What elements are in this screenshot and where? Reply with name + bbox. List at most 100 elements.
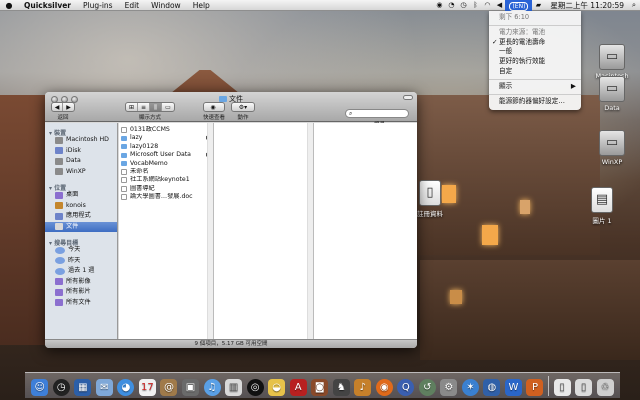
battery-menu-extra[interactable]: (EN) (505, 0, 533, 11)
documents-stack-icon[interactable]: ▯ (553, 379, 571, 396)
sidebar-item-applications[interactable]: 應用程式 (45, 211, 117, 222)
column-scrollbar[interactable] (207, 123, 213, 339)
powerpoint-icon[interactable]: P (526, 379, 544, 396)
sidebar-item-data[interactable]: Data (45, 156, 117, 167)
quicksilver-status-icon[interactable]: ◉ (433, 1, 445, 9)
desktop-icon-picture[interactable]: ▤ 圖片 1 (580, 187, 624, 225)
downloads-stack-icon[interactable]: ▯ (575, 379, 593, 396)
ichat-icon[interactable]: ◕ (117, 379, 135, 396)
menu-app-name[interactable]: Quicksilver (18, 0, 77, 11)
apple-menu-icon[interactable]: ● (0, 1, 18, 10)
itunes-icon[interactable]: ♫ (203, 379, 221, 396)
forward-button[interactable]: ▶ (63, 103, 74, 111)
preview-icon[interactable]: ▥ (225, 379, 243, 396)
photos-icon[interactable]: ▣ (181, 379, 199, 396)
sidebar-item-desktop[interactable]: 桌面 (45, 190, 117, 201)
trash-icon[interactable]: ♲ (596, 379, 614, 396)
file-item[interactable]: 圖書導紀 (119, 185, 213, 193)
sidebar-item-home[interactable]: konois (45, 201, 117, 212)
coverflow-view-button[interactable]: ▭ (162, 103, 174, 111)
sidebar-item-all-images[interactable]: 所有影像 (45, 277, 117, 288)
column-scrollbar[interactable] (307, 123, 313, 339)
file-item[interactable]: 論大學圖書…發展.doc (119, 193, 213, 201)
photo-booth-icon[interactable]: ◙ (311, 379, 329, 396)
file-item[interactable]: 未命名 (119, 168, 213, 176)
firefox-icon[interactable]: ◉ (375, 379, 393, 396)
finder-icon[interactable]: ☺ (31, 379, 49, 396)
menu-item-custom[interactable]: 自定 (489, 67, 581, 77)
action-gear-button[interactable]: ⚙▾ (232, 103, 254, 111)
menu-item-normal[interactable]: 一般 (489, 47, 581, 57)
sidebar-item-idisk[interactable]: iDisk (45, 146, 117, 157)
quicklook-button[interactable]: ◉ (204, 103, 222, 111)
sidebar-item-macintosh-hd[interactable]: Macintosh HD (45, 135, 117, 146)
smart-folder-icon (55, 299, 63, 307)
spaces-icon[interactable]: ▦ (74, 379, 92, 396)
pdf-icon[interactable]: A (289, 379, 307, 396)
guitar-icon[interactable]: ♪ (354, 379, 372, 396)
file-item[interactable]: 社工系網站keynote1 (119, 176, 213, 184)
hard-drive-icon: ▭ (599, 130, 625, 156)
time-machine-icon[interactable]: ↺ (418, 379, 436, 396)
ical-icon[interactable]: 17 (138, 379, 156, 396)
chess-icon[interactable]: ♞ (332, 379, 350, 396)
sidebar-item-all-documents[interactable]: 所有文件 (45, 298, 117, 309)
network-icon[interactable]: ◍ (483, 379, 501, 396)
menu-item-energy-saver-prefs[interactable]: 能源節約器偏好設定… (489, 97, 581, 107)
sidebar-item-all-movies[interactable]: 所有影片 (45, 287, 117, 298)
sidebar-item-past-week[interactable]: 過去 1 週 (45, 266, 117, 277)
list-view-button[interactable]: ≡ (138, 103, 150, 111)
sidebar-item-winxp[interactable]: WinXP (45, 167, 117, 178)
menubar-clock[interactable]: 星期二上午 11:20:59 (544, 0, 628, 11)
menu-item-show[interactable]: 顯示 ▶ (489, 82, 581, 92)
folder-item[interactable]: lazy▶ (119, 134, 213, 142)
folder-item[interactable]: Microsoft User Data▶ (119, 151, 213, 159)
wifi-status-icon[interactable]: ◠ (481, 1, 493, 9)
icon-view-button[interactable]: ⊞ (126, 103, 138, 111)
quicktime-icon[interactable]: Q (397, 379, 415, 396)
column-view-button[interactable]: ⫼ (150, 103, 162, 111)
folder-item[interactable]: lazy0128 (119, 143, 213, 151)
dvd-icon[interactable]: ◎ (246, 379, 264, 396)
file-item[interactable]: 0131政CCMS (119, 126, 213, 134)
timemachine-status-icon[interactable]: ◷ (457, 1, 469, 9)
mail-icon[interactable]: ✉ (95, 379, 113, 396)
menu-item-better-performance[interactable]: 更好的執行效能 (489, 57, 581, 67)
dashboard-icon[interactable]: ◷ (52, 379, 70, 396)
desktop-icon-winxp[interactable]: ▭ WinXP (590, 130, 634, 166)
image-file-icon: ▤ (591, 187, 613, 213)
menu-help[interactable]: Help (187, 0, 216, 11)
folder-item[interactable]: VocabMemo (119, 160, 213, 168)
menu-edit[interactable]: Edit (119, 0, 146, 11)
spotlight-icon[interactable]: ⌕ (628, 0, 640, 10)
menu-separator (489, 93, 581, 95)
bluetooth-status-icon[interactable]: ᛒ (469, 1, 481, 9)
sidebar-head-devices: ▾ 裝置 (49, 130, 67, 137)
action-group: ⚙▾ 動作 (231, 102, 255, 121)
menu-item-longer-battery-life[interactable]: ✓ 更長的電池壽命 (489, 38, 581, 48)
sidebar-item-documents[interactable]: 文件 (45, 221, 117, 232)
hard-drive-icon (55, 157, 63, 165)
airport-status-icon[interactable]: ◔ (445, 1, 457, 9)
volume-status-icon[interactable]: ◀ (493, 1, 505, 9)
address-book-icon[interactable]: @ (160, 379, 178, 396)
desktop-icon-data[interactable]: ▭ Data (590, 76, 634, 112)
sidebar-item-yesterday[interactable]: 昨天 (45, 256, 117, 267)
search-field[interactable]: ⌕ (345, 109, 409, 118)
finder-sidebar: ▾ 裝置 Macintosh HD iDisk Data WinXP ▾ 位置 … (45, 123, 118, 339)
background-building (0, 95, 48, 345)
word-icon[interactable]: W (504, 379, 522, 396)
menu-plugins[interactable]: Plug-ins (77, 0, 119, 11)
document-icon (121, 185, 127, 192)
toolbar-toggle-button[interactable] (403, 95, 413, 100)
back-button[interactable]: ◀ (52, 103, 63, 111)
column-empty (314, 123, 417, 339)
menu-window[interactable]: Window (145, 0, 187, 11)
hard-drive-icon: ▭ (599, 76, 625, 102)
system-prefs-icon[interactable]: ⚙ (440, 379, 458, 396)
flag-icon[interactable]: ▰ (532, 1, 544, 9)
desktop-folder-icon (55, 191, 63, 199)
adium-icon[interactable]: ◒ (268, 379, 286, 396)
background-lit-window (482, 225, 498, 245)
safari-icon[interactable]: ✶ (461, 379, 479, 396)
